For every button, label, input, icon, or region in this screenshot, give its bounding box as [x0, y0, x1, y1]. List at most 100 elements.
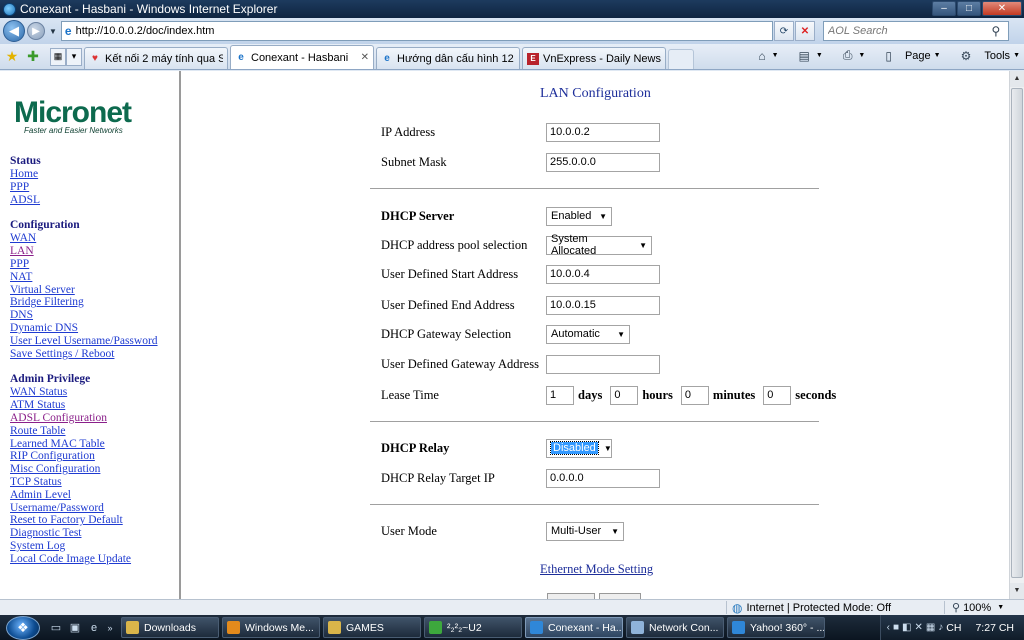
lease-hours-input[interactable]: 0 — [610, 385, 639, 405]
taskbar-yahoo-360[interactable]: Yahoo! 360° - ... — [727, 617, 825, 638]
vertical-scrollbar[interactable]: ▲ ▼ — [1009, 71, 1024, 599]
language-indicator[interactable]: CH — [946, 622, 961, 634]
print-button[interactable]: ⎙ ▼ — [833, 48, 866, 63]
home-button[interactable]: ⌂ ▼ — [748, 49, 778, 63]
zoom-control[interactable]: ⚲ 100% ▼ — [952, 601, 1004, 615]
nav-link-user-level-password[interactable]: User Level Username/Password — [10, 335, 158, 348]
address-url[interactable]: http://10.0.0.2/doc/index.htm — [76, 25, 215, 37]
nav-link-route-table[interactable]: Route Table — [10, 425, 158, 438]
dhcp-relay-select[interactable]: Disabled ▼ — [546, 438, 612, 458]
nav-link-virtual-server[interactable]: Virtual Server — [10, 284, 158, 297]
nav-link-adsl-configuration[interactable]: ADSL Configuration — [10, 412, 158, 425]
nav-link-status-ppp[interactable]: PPP — [10, 181, 158, 194]
nav-link-username-password[interactable]: Username/Password — [10, 502, 158, 515]
close-button[interactable]: ✕ — [982, 1, 1022, 16]
tray-app-icon[interactable]: ■ — [893, 622, 899, 633]
nav-link-diagnostic-test[interactable]: Diagnostic Test — [10, 527, 158, 540]
refresh-button[interactable]: ⟳ — [773, 21, 794, 41]
switch-windows-icon[interactable]: ▣ — [67, 620, 83, 636]
tab-list-dropdown[interactable]: ▾ — [66, 47, 82, 66]
recent-pages-dropdown[interactable]: ▼ — [49, 27, 57, 36]
address-bar[interactable]: e http://10.0.0.2/doc/index.htm — [60, 21, 773, 41]
security-zone[interactable]: ◍ Internet | Protected Mode: Off — [732, 601, 891, 615]
taskbar-games[interactable]: GAMES — [323, 617, 421, 638]
lease-minutes-input[interactable]: 0 — [680, 385, 709, 405]
nav-link-status-adsl[interactable]: ADSL — [10, 194, 158, 207]
ethernet-mode-link[interactable]: Ethernet Mode Setting — [540, 562, 653, 577]
volume-icon[interactable]: ♪ — [938, 622, 943, 633]
nav-link-atm-status[interactable]: ATM Status — [10, 399, 158, 412]
feeds-button[interactable]: ▤ ▼ — [789, 49, 823, 63]
tab-close-icon[interactable]: ✕ — [361, 52, 369, 63]
subnet-mask-input[interactable]: 255.0.0.0 — [546, 152, 660, 172]
nav-link-factory-reset[interactable]: Reset to Factory Default — [10, 514, 158, 527]
start-address-input[interactable]: 10.0.0.4 — [546, 264, 660, 284]
quick-tabs-icon[interactable]: ▦ — [50, 47, 66, 66]
scroll-down-icon[interactable]: ▼ — [1010, 583, 1024, 599]
minimize-button[interactable]: – — [932, 1, 956, 16]
taskbar-conexant[interactable]: Conexant - Ha... — [525, 617, 623, 638]
network-tray-icon[interactable]: ▦ — [926, 622, 935, 633]
tray-app-icon[interactable]: ◧ — [902, 622, 911, 633]
clock[interactable]: 7:27 CH — [975, 622, 1014, 634]
show-desktop-icon[interactable]: ▭ — [48, 620, 64, 636]
nav-link-misc-config[interactable]: Misc Configuration — [10, 463, 158, 476]
nav-link-wan[interactable]: WAN — [10, 232, 158, 245]
search-box[interactable]: ⚲ — [822, 21, 1009, 41]
nav-link-system-log[interactable]: System Log — [10, 540, 158, 553]
nav-link-rip-config[interactable]: RIP Configuration — [10, 450, 158, 463]
maximize-button[interactable]: □ — [957, 1, 981, 16]
search-icon[interactable]: ⚲ — [984, 24, 1008, 38]
gateway-address-input[interactable] — [546, 354, 660, 374]
dhcp-server-label: DHCP Server — [381, 208, 455, 223]
search-input[interactable] — [823, 25, 984, 37]
page-menu[interactable]: ▯ Page ▼ — [875, 49, 940, 63]
user-mode-select[interactable]: Multi-User ▼ — [546, 521, 624, 541]
dhcp-server-select[interactable]: Enabled ▼ — [546, 206, 612, 226]
nav-link-home[interactable]: Home — [10, 168, 158, 181]
quick-launch-more-icon[interactable]: » — [105, 620, 115, 636]
nav-link-wan-status[interactable]: WAN Status — [10, 386, 158, 399]
taskbar-windows-media[interactable]: Windows Me... — [222, 617, 320, 638]
back-button[interactable]: ◀ — [3, 20, 25, 42]
gateway-selection-select[interactable]: Automatic ▼ — [546, 324, 630, 344]
nav-link-firmware-update[interactable]: Local Code Image Update — [10, 553, 158, 566]
stop-button[interactable]: ✕ — [794, 21, 815, 41]
taskbar-downloads[interactable]: Downloads — [121, 617, 219, 638]
scroll-up-icon[interactable]: ▲ — [1010, 71, 1024, 87]
new-tab-button[interactable] — [668, 49, 694, 69]
nav-link-dns[interactable]: DNS — [10, 309, 158, 322]
nav-link-lan[interactable]: LAN — [10, 245, 158, 258]
lease-seconds-input[interactable]: 0 — [763, 385, 792, 405]
scroll-thumb[interactable] — [1011, 88, 1023, 578]
nav-link-config-ppp[interactable]: PPP — [10, 258, 158, 271]
tools-menu[interactable]: ⚙ Tools ▼ — [951, 49, 1020, 63]
tab-huong-dan[interactable]: e Hướng dẫn cấu hình 12 lo... — [376, 47, 520, 69]
nav-link-bridge-filtering[interactable]: Bridge Filtering — [10, 296, 158, 309]
ie-quicklaunch-icon[interactable]: e — [86, 620, 102, 636]
nav-link-save-reboot[interactable]: Save Settings / Reboot — [10, 348, 158, 361]
tab-ket-noi[interactable]: ♥ Kết nối 2 máy tính qua Swi... — [84, 47, 228, 69]
ip-address-input[interactable]: 10.0.0.2 — [546, 122, 660, 142]
lease-days-input[interactable]: 1 — [546, 385, 574, 405]
taskbar-network-connections[interactable]: Network Con... — [626, 617, 724, 638]
relay-target-input[interactable]: 0.0.0.0 — [546, 468, 660, 488]
start-button[interactable]: ❖ — [6, 615, 40, 640]
tray-expand-icon[interactable]: ‹ — [887, 622, 890, 633]
nav-link-admin-level[interactable]: Admin Level — [10, 489, 158, 502]
content-frame: LAN Configuration IP Address 10.0.0.2 Su… — [183, 71, 1009, 599]
chevron-down-icon: ▼ — [617, 329, 625, 339]
forward-button[interactable]: ▶ — [27, 22, 45, 40]
nav-link-dynamic-dns[interactable]: Dynamic DNS — [10, 322, 158, 335]
end-address-input[interactable]: 10.0.0.15 — [546, 295, 660, 315]
tray-app-icon[interactable]: ✕ — [914, 622, 922, 633]
add-favorite-icon[interactable]: ✚ — [24, 47, 42, 67]
nav-link-learned-mac[interactable]: Learned MAC Table — [10, 438, 158, 451]
taskbar-u2[interactable]: ²₂²₂~U2 — [424, 617, 522, 638]
tab-vnexpress[interactable]: E VnExpress - Daily News — [522, 47, 666, 69]
nav-link-nat[interactable]: NAT — [10, 271, 158, 284]
favorites-star-icon[interactable]: ★ — [3, 47, 21, 67]
pool-selection-select[interactable]: System Allocated ▼ — [546, 233, 652, 257]
tab-conexant[interactable]: e Conexant - Hasbani ✕ — [230, 45, 374, 69]
nav-link-tcp-status[interactable]: TCP Status — [10, 476, 158, 489]
